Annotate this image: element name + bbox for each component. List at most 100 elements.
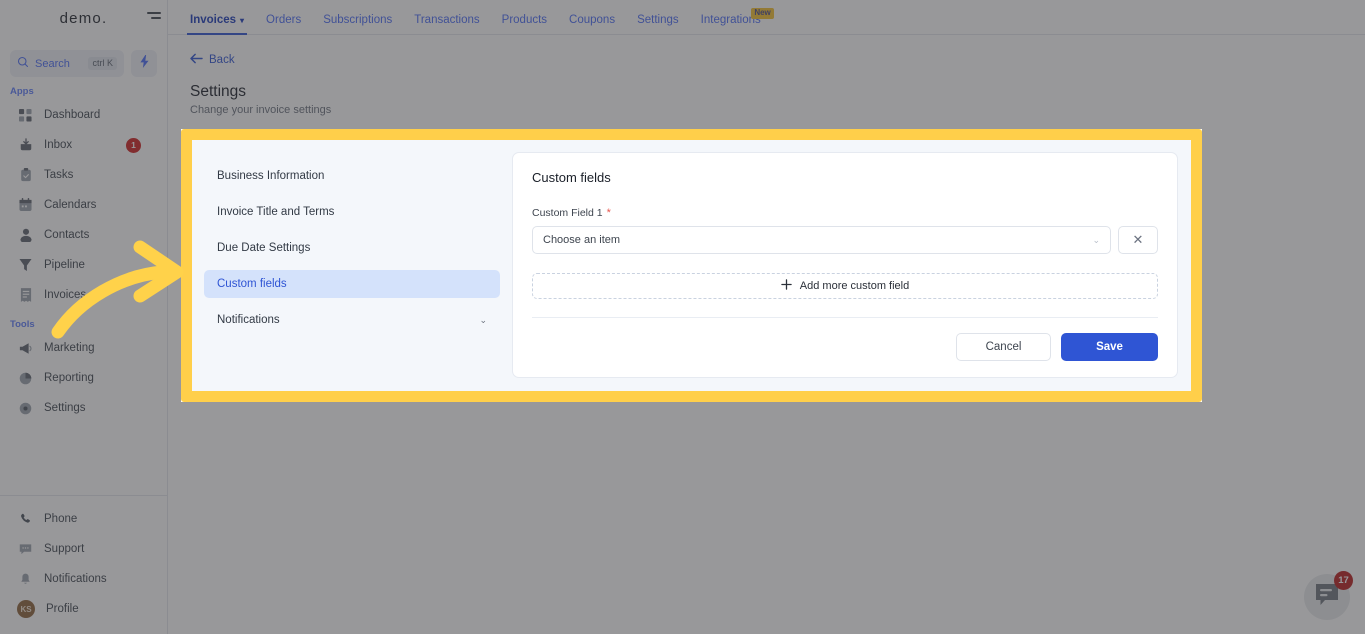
sidebar-item-contacts[interactable]: Contacts: [0, 220, 167, 250]
sidebar-item-label: Support: [44, 543, 85, 555]
sidebar-item-label: Inbox: [44, 139, 73, 151]
pie-chart-icon: [18, 371, 33, 386]
settings-nav-label: Notifications: [217, 314, 280, 326]
tab-label: Subscriptions: [323, 14, 393, 26]
settings-nav-label: Due Date Settings: [217, 242, 311, 254]
close-icon: ✕: [1132, 232, 1144, 247]
avatar: KS: [17, 600, 35, 618]
person-icon: [18, 228, 33, 243]
search-input[interactable]: Search ctrl K: [10, 50, 124, 77]
sidebar-item-tasks[interactable]: Tasks: [0, 160, 167, 190]
required-marker: *: [606, 206, 611, 219]
sidebar-item-reporting[interactable]: Reporting: [0, 363, 167, 393]
tab-label: Orders: [266, 14, 302, 26]
settings-nav-label: Invoice Title and Terms: [217, 206, 335, 218]
page-subtitle: Change your invoice settings: [190, 104, 332, 116]
sidebar-item-marketing[interactable]: Marketing: [0, 333, 167, 363]
sidebar-item-label: Phone: [44, 513, 78, 525]
tab-coupons[interactable]: Coupons: [558, 14, 626, 34]
chat-unread-badge: 17: [1334, 571, 1353, 590]
page-title: Settings: [190, 83, 247, 100]
quick-action-button[interactable]: [131, 50, 157, 77]
sidebar-item-label: Reporting: [44, 372, 94, 384]
sidebar-item-invoices[interactable]: Invoices: [0, 280, 167, 310]
sidebar-item-label: Invoices: [44, 289, 87, 301]
card-divider: [532, 317, 1158, 318]
select-placeholder: Choose an item: [543, 234, 621, 246]
tab-transactions[interactable]: Transactions: [403, 14, 490, 34]
settings-nav-item-business-information[interactable]: Business Information: [204, 162, 500, 190]
settings-nav-label: Custom fields: [217, 278, 287, 290]
tab-label: Transactions: [414, 14, 480, 26]
sidebar-section-label-tools: Tools: [10, 319, 35, 330]
save-button[interactable]: Save: [1061, 333, 1158, 361]
settings-panel: Business Information Invoice Title and T…: [192, 140, 1191, 391]
tab-settings[interactable]: Settings: [626, 14, 690, 34]
app-root: demo. Search ctrl K Apps Dashboard Inbox…: [0, 0, 1365, 634]
cancel-button[interactable]: Cancel: [956, 333, 1051, 361]
tab-label: Settings: [637, 14, 679, 26]
sidebar-item-dashboard[interactable]: Dashboard: [0, 100, 167, 130]
megaphone-icon: [18, 341, 33, 356]
sidebar-item-settings[interactable]: Settings: [0, 393, 167, 423]
top-navigation-tabs: Invoices ▾ Orders Subscriptions Transact…: [168, 0, 1365, 35]
settings-nav-item-invoice-title-and-terms[interactable]: Invoice Title and Terms: [204, 198, 500, 226]
custom-field-1-label: Custom Field 1 *: [532, 207, 1158, 219]
tab-products[interactable]: Products: [491, 14, 558, 34]
search-shortcut-badge: ctrl K: [88, 57, 117, 70]
arrow-left-icon: [190, 53, 203, 67]
sidebar-item-notifications[interactable]: Notifications: [0, 564, 167, 594]
card-actions: Cancel Save: [532, 333, 1158, 361]
settings-nav-item-custom-fields[interactable]: Custom fields: [204, 270, 500, 298]
bell-icon: [18, 572, 33, 587]
sidebar-item-label: Settings: [44, 402, 86, 414]
settings-nav-item-notifications[interactable]: Notifications ⌄: [204, 306, 500, 334]
back-label: Back: [209, 54, 235, 66]
tab-subscriptions[interactable]: Subscriptions: [312, 14, 403, 34]
add-more-custom-field-button[interactable]: Add more custom field: [532, 273, 1158, 299]
tab-integrations[interactable]: Integrations New: [690, 8, 774, 34]
settings-nav-label: Business Information: [217, 170, 325, 182]
sidebar-item-label: Notifications: [44, 573, 107, 585]
sidebar-item-pipeline[interactable]: Pipeline: [0, 250, 167, 280]
calendar-icon: [18, 198, 33, 213]
search-placeholder-label: Search: [35, 57, 70, 70]
tab-invoices[interactable]: Invoices ▾: [179, 14, 255, 35]
back-button[interactable]: Back: [190, 53, 235, 67]
tab-label: Coupons: [569, 14, 616, 26]
card-title: Custom fields: [532, 170, 611, 185]
search-icon: [17, 55, 29, 73]
brand-logo-text: demo.: [59, 9, 108, 27]
new-badge: New: [751, 8, 774, 19]
custom-field-1-select[interactable]: Choose an item ⌄: [532, 226, 1111, 254]
chat-widget-button[interactable]: 17: [1304, 571, 1353, 620]
page-header: Back Settings Change your invoice settin…: [168, 35, 1365, 116]
sidebar-item-label: Contacts: [44, 229, 90, 241]
sidebar-item-phone[interactable]: Phone: [0, 504, 167, 534]
plus-icon: [781, 279, 792, 293]
sidebar-item-inbox[interactable]: Inbox 1: [0, 130, 167, 160]
settings-nav-item-due-date-settings[interactable]: Due Date Settings: [204, 234, 500, 262]
bolt-icon: [139, 54, 150, 73]
highlight-frame: Business Information Invoice Title and T…: [181, 129, 1202, 402]
chevron-down-icon: ⌄: [479, 314, 487, 325]
tab-orders[interactable]: Orders: [255, 14, 312, 34]
sidebar-item-label: Profile: [46, 603, 79, 615]
chat-bubble-icon: [18, 542, 33, 557]
sidebar-item-calendars[interactable]: Calendars: [0, 190, 167, 220]
inbox-unread-badge: 1: [126, 137, 141, 153]
add-more-label: Add more custom field: [799, 280, 910, 292]
tab-label: Invoices: [190, 14, 237, 26]
sidebar-item-profile[interactable]: KS Profile: [0, 594, 167, 624]
custom-field-1-clear-button[interactable]: ✕: [1118, 226, 1158, 254]
chevron-down-icon: ⌄: [1092, 234, 1100, 245]
sidebar-item-support[interactable]: Support: [0, 534, 167, 564]
sidebar: demo. Search ctrl K Apps Dashboard Inbox…: [0, 0, 168, 634]
sidebar-collapse-icon[interactable]: [147, 12, 161, 19]
sidebar-section-label-apps: Apps: [10, 86, 34, 97]
phone-icon: [18, 512, 33, 527]
custom-field-1-row: Choose an item ⌄ ✕: [532, 226, 1158, 254]
gear-icon: [18, 401, 33, 416]
sidebar-search-row: Search ctrl K: [0, 50, 167, 77]
